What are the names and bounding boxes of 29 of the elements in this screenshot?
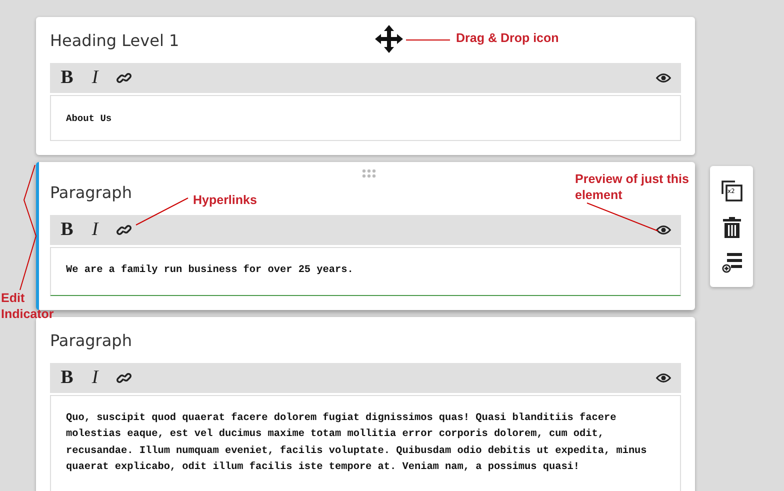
content-text: We are a family run business for over 25 years. (66, 264, 354, 278)
content-editor[interactable]: About Us (50, 95, 681, 141)
bold-button[interactable]: B (60, 366, 74, 388)
annotation-label: Hyperlinks (193, 192, 258, 208)
content-editor[interactable]: We are a family run business for over 25 years. (50, 247, 681, 296)
bold-button[interactable]: B (60, 67, 74, 89)
link-icon[interactable] (116, 70, 132, 86)
delete-icon[interactable] (722, 216, 740, 238)
preview-icon[interactable] (656, 73, 671, 83)
italic-button[interactable]: I (88, 219, 102, 241)
leader-line (136, 198, 188, 226)
preview-icon[interactable] (656, 225, 671, 235)
content-text: About Us (66, 112, 112, 124)
preview-icon[interactable] (656, 372, 671, 382)
content-editor[interactable] (50, 394, 681, 491)
link-icon[interactable] (116, 222, 132, 238)
leader-line (586, 202, 658, 232)
block-title: Paragraph (50, 330, 132, 350)
block-title: Heading Level 1 (50, 31, 180, 50)
annotation-label: Preview of just this element (575, 171, 690, 203)
block-title: Paragraph (50, 183, 132, 202)
move-icon[interactable] (374, 25, 404, 53)
bold-button[interactable]: B (60, 219, 74, 241)
italic-button[interactable]: I (88, 366, 102, 388)
italic-button[interactable]: I (88, 67, 102, 89)
add-row-icon[interactable] (722, 253, 742, 274)
annotation-label: Drag & Drop icon (456, 30, 560, 46)
content-text: Quo, suscipit quod quaerat facere dolorem fugiat dignissimos quas! Quasi blanditiis facere molestias eaque, est vel ducimus maxime totam mollitia error corporis dolorem, cum odit, recusandae. Illum numquam eveniet, facilis voluptate. Quibusdam odio debitis ut expedita, minus quaerat explicabo, odit illum facilis iste tempore at. Veniam nam, a possimus quasi! (66, 412, 648, 475)
grip-icon[interactable] (362, 169, 376, 178)
